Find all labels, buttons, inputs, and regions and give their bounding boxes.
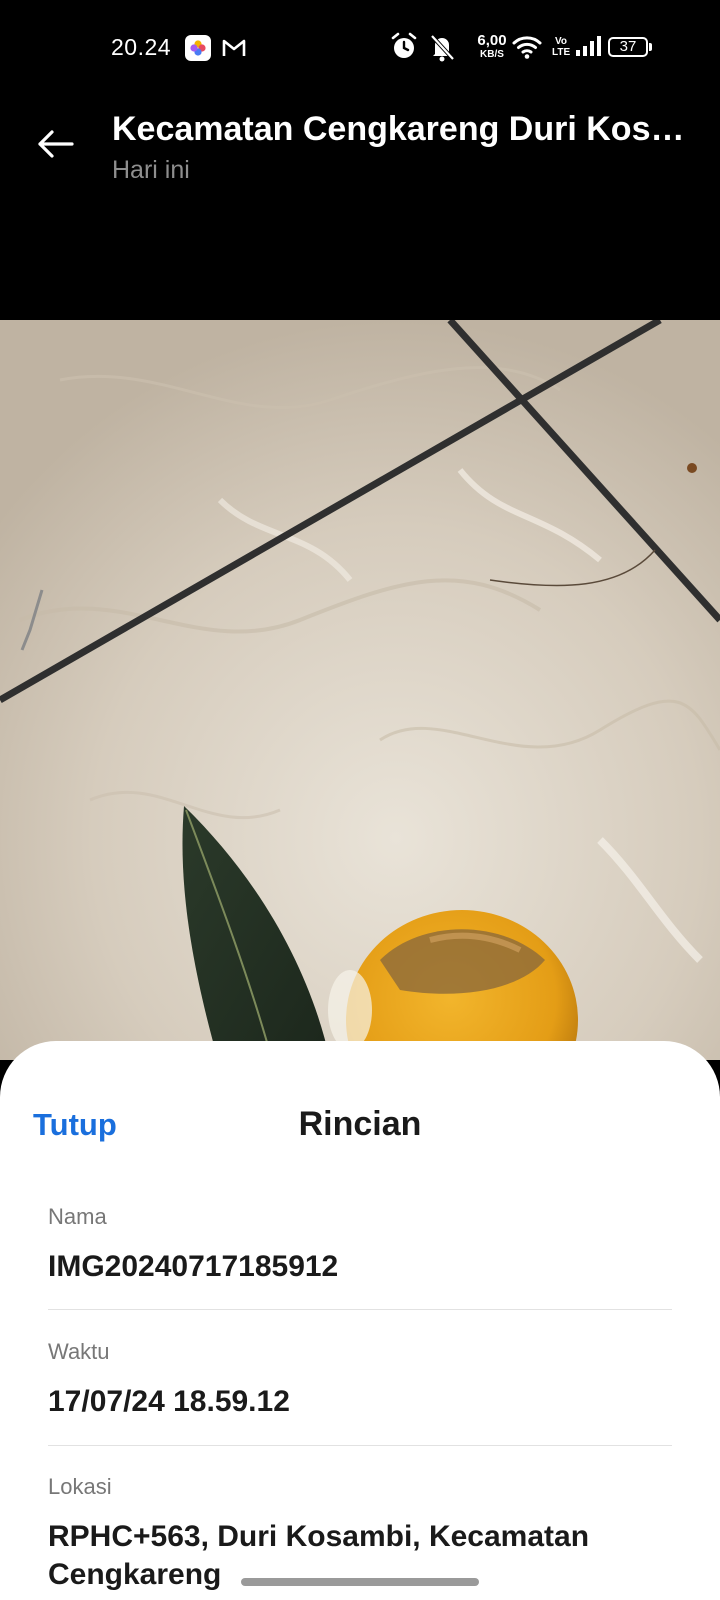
- home-indicator[interactable]: [241, 1578, 479, 1586]
- page-subtitle: Hari ini: [112, 156, 190, 184]
- app-header: Kecamatan Cengkareng Duri Kosambi Hari i…: [0, 96, 720, 320]
- alarm-icon: [390, 30, 418, 69]
- volte-bottom: LTE: [552, 47, 571, 58]
- volte-indicator: Vo LTE: [552, 36, 570, 58]
- field-label: Lokasi: [48, 1474, 112, 1499]
- status-icons: 6,00 KB/S Vo LTE 37: [390, 30, 720, 66]
- field-location: Lokasi RPHC+563, Duri Kosambi, Kecamatan…: [48, 1474, 672, 1594]
- field-label: Nama: [48, 1204, 107, 1229]
- divider: [48, 1309, 672, 1310]
- network-speed-value: 6,00: [477, 32, 507, 49]
- photo-preview[interactable]: [0, 320, 720, 1060]
- gmail-icon: [222, 38, 246, 58]
- field-value: 17/07/24 18.59.12: [48, 1385, 290, 1418]
- mute-icon: [428, 30, 456, 69]
- page-title: Kecamatan Cengkareng Duri Kosambi: [112, 110, 692, 148]
- app-icon: [185, 35, 211, 61]
- back-arrow-icon: [38, 130, 74, 158]
- field-value: IMG20240717185912: [48, 1250, 339, 1283]
- divider: [48, 1445, 672, 1446]
- field-time: Waktu 17/07/24 18.59.12: [48, 1339, 672, 1421]
- details-sheet: Tutup Rincian Nama IMG20240717185912 Wak…: [0, 1041, 720, 1600]
- network-speed: 6,00 KB/S: [472, 32, 512, 61]
- photo-image: [0, 320, 720, 1060]
- battery-icon: 37: [608, 37, 648, 57]
- wifi-icon: [512, 34, 542, 65]
- battery-tip: [649, 43, 652, 51]
- status-bar: 20.24 6,00 KB/S Vo LTE 37: [0, 0, 720, 96]
- status-time: 20.24: [111, 34, 172, 60]
- volte-top: Vo: [554, 36, 568, 47]
- network-speed-unit: KB/S: [480, 49, 504, 60]
- signal-icon: [576, 36, 604, 63]
- back-button[interactable]: [30, 118, 82, 170]
- field-name: Nama IMG20240717185912: [48, 1204, 672, 1286]
- sheet-title: Rincian: [298, 1105, 422, 1143]
- field-label: Waktu: [48, 1339, 110, 1364]
